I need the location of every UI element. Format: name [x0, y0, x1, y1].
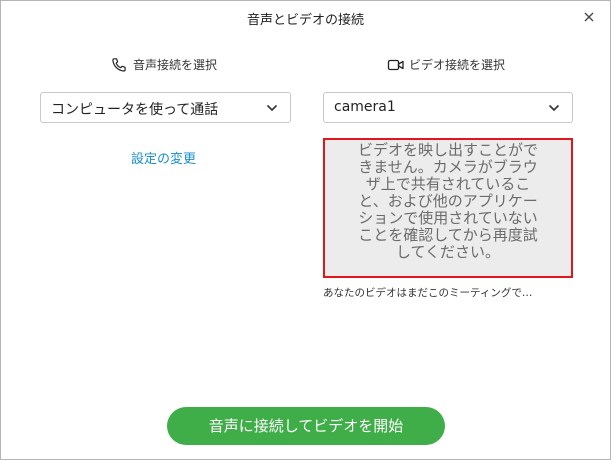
change-settings-link[interactable]: 設定の変更	[131, 148, 196, 167]
titlebar: 音声とビデオの接続	[1, 1, 610, 35]
close-button[interactable]	[582, 10, 596, 24]
close-icon	[582, 10, 596, 24]
video-status-note: あなたのビデオはまだこのミーティングで…	[323, 287, 533, 299]
video-camera-icon	[387, 57, 404, 73]
video-section-label: ビデオ接続を選択	[387, 56, 505, 73]
audio-section-label-text: 音声接続を選択	[133, 58, 218, 72]
video-preview: ビデオを映し出すことができません。カメラがブラウザ上で共有されていること、および…	[323, 138, 573, 278]
phone-icon	[111, 57, 127, 73]
video-error-message: ビデオを映し出すことができません。カメラがブラウザ上で共有されていること、および…	[358, 141, 539, 261]
audio-section-label: 音声接続を選択	[111, 56, 217, 73]
video-section-label-text: ビデオ接続を選択	[409, 58, 506, 72]
connect-audio-start-video-button[interactable]: 音声に接続してビデオを開始	[167, 407, 445, 445]
chevron-down-icon	[266, 102, 278, 114]
connect-dialog: 音声とビデオの接続 音声接続を選択 ビデオ接続を選択 コンピュータを使って通話 …	[0, 0, 611, 460]
video-connection-select[interactable]: camera1	[323, 92, 573, 123]
video-connection-value: camera1	[334, 99, 396, 115]
audio-connection-value: コンピュータを使って通話	[51, 102, 219, 118]
audio-connection-select[interactable]: コンピュータを使って通話	[40, 92, 291, 123]
dialog-title: 音声とビデオの接続	[246, 13, 364, 28]
chevron-down-icon	[548, 102, 560, 114]
